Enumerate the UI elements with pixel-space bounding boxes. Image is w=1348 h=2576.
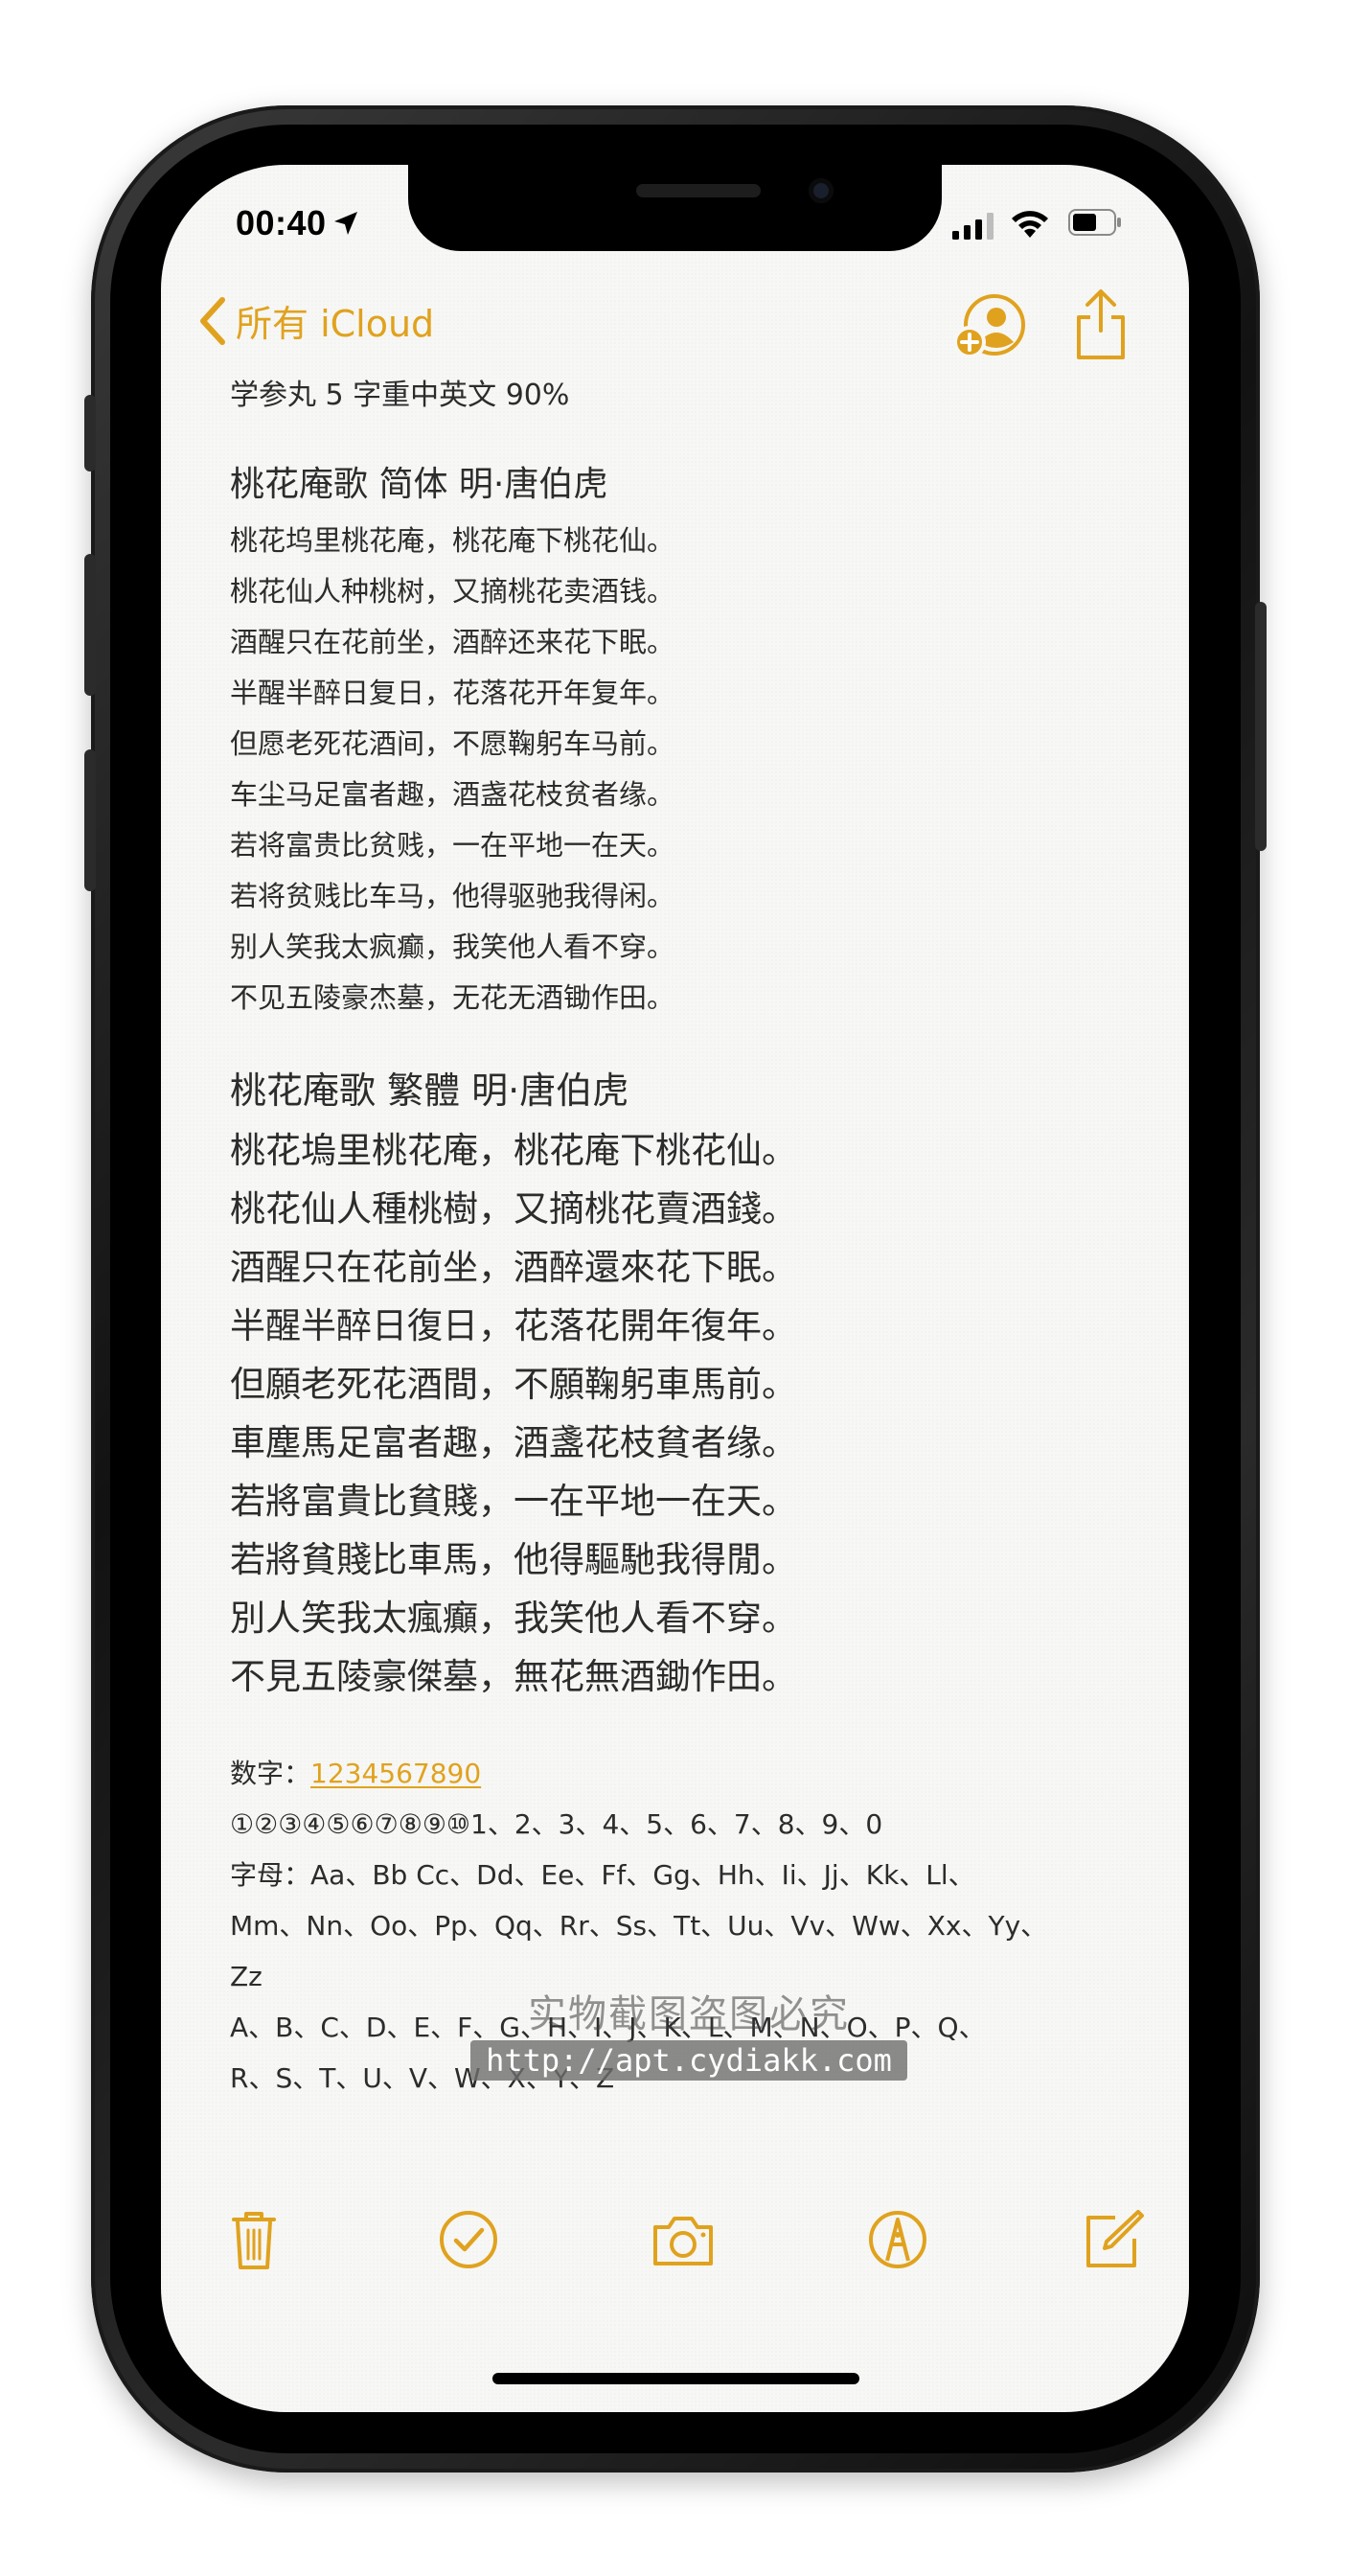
note-title: 学参丸 5 字重中英文 90%: [230, 379, 570, 412]
poem-line: 车尘马足富者趣，酒盏花枝贫者缘。: [230, 778, 675, 811]
poem-line: 酒醒只在花前坐，酒醉還來花下眠。: [230, 1247, 797, 1288]
simplified-poem: 桃花坞里桃花庵，桃花庵下桃花仙。 桃花仙人种桃树，又摘桃花卖酒钱。 酒醒只在花前…: [230, 516, 1150, 1024]
location-arrow-icon: [334, 212, 357, 235]
simplified-heading: 桃花庵歌 简体 明·唐伯虎: [230, 465, 608, 504]
poem-line: 不見五陵豪傑墓，無花無酒鋤作田。: [230, 1656, 797, 1697]
camera-icon[interactable]: [650, 2206, 717, 2273]
watermark-url: http://apt.cydiakk.com: [470, 2040, 907, 2081]
letters-line: Mm、Nn、Oo、Pp、Qq、Rr、Ss、Tt、Uu、Vv、Ww、Xx、Yy、: [230, 1910, 1048, 1942]
silent-switch: [84, 395, 96, 472]
front-camera: [809, 178, 834, 203]
poem-line: 但愿老死花酒间，不愿鞠躬车马前。: [230, 727, 675, 760]
back-button-label: 所有 iCloud: [236, 303, 435, 345]
notch: [408, 165, 942, 251]
poem-line: 桃花坞里桃花庵，桃花庵下桃花仙。: [230, 524, 675, 557]
volume-down-button: [84, 749, 96, 891]
navigation-bar: 所有 iCloud: [161, 289, 1189, 371]
poem-line: 桃花仙人种桃树，又摘桃花卖酒钱。: [230, 575, 675, 608]
poem-line: 若将富贵比贫贱，一在平地一在天。: [230, 829, 675, 862]
wifi-icon: [1012, 211, 1048, 238]
add-people-icon[interactable]: [954, 294, 1027, 361]
poem-line: 別人笑我太瘋癲，我笑他人看不穿。: [230, 1598, 797, 1639]
markup-icon[interactable]: [864, 2206, 931, 2273]
traditional-poem: 桃花塢里桃花庵，桃花庵下桃花仙。 桃花仙人種桃樹，又摘桃花賣酒錢。 酒醒只在花前…: [230, 1121, 1150, 1706]
poem-line: 若将贫贱比车马，他得驱驰我得闲。: [230, 880, 675, 912]
bottom-toolbar: [161, 2206, 1189, 2283]
poem-line: 若將富貴比貧賤，一在平地一在天。: [230, 1481, 797, 1522]
home-indicator[interactable]: [492, 2373, 859, 2384]
phone-number-link[interactable]: 1234567890: [310, 1758, 481, 1789]
poem-line: 别人笑我太疯癫，我笑他人看不穿。: [230, 931, 675, 963]
poem-line: 不见五陵豪杰墓，无花无酒锄作田。: [230, 981, 675, 1014]
share-icon[interactable]: [1071, 287, 1131, 363]
poem-line: 半醒半醉日復日，花落花開年復年。: [230, 1305, 797, 1346]
watermark-text: 实物截图盗图必究: [528, 1992, 850, 2036]
poem-line: 車塵馬足富者趣，酒盞花枝貧者缘。: [230, 1422, 797, 1463]
note-body[interactable]: 学参丸 5 字重中英文 90% 桃花庵歌 简体 明·唐伯虎 桃花坞里桃花庵，桃花…: [230, 374, 1150, 2104]
letters-line: 字母：Aa、Bb Cc、Dd、Ee、Ff、Gg、Hh、Ii、Jj、Kk、Ll、: [230, 1859, 975, 1891]
notes-screen: 00:40 所有 iCloud 学参丸 5 字重中英文 90% 桃花庵歌 简体 …: [161, 165, 1189, 2412]
battery-icon: [1068, 209, 1121, 236]
cellular-signal-icon: [952, 213, 994, 240]
numbers-line: 数字：1234567890: [230, 1748, 1150, 1799]
poem-line: 半醒半醉日复日，花落花开年复年。: [230, 677, 675, 709]
traditional-heading: 桃花庵歌 繁體 明·唐伯虎: [230, 1070, 629, 1112]
poem-line: 但願老死花酒間，不願鞠躬車馬前。: [230, 1364, 797, 1405]
power-button: [1255, 602, 1267, 851]
poem-line: 若將貧賤比車馬，他得驅馳我得閒。: [230, 1539, 797, 1580]
volume-up-button: [84, 554, 96, 696]
status-time: 00:40: [236, 203, 327, 242]
trash-icon[interactable]: [220, 2206, 287, 2273]
checklist-icon[interactable]: [435, 2206, 502, 2273]
poem-line: 酒醒只在花前坐，酒醉还来花下眠。: [230, 626, 675, 658]
compose-icon[interactable]: [1079, 2206, 1146, 2273]
earpiece-speaker: [636, 184, 761, 197]
back-button[interactable]: 所有 iCloud: [199, 294, 434, 347]
poem-line: 桃花仙人種桃樹，又摘桃花賣酒錢。: [230, 1188, 797, 1230]
chevron-left-icon: [200, 296, 225, 345]
poem-line: 桃花塢里桃花庵，桃花庵下桃花仙。: [230, 1130, 797, 1171]
watermark: 实物截图盗图必究 http://apt.cydiakk.com: [445, 1983, 933, 2081]
numbers-label: 数字：: [230, 1758, 311, 1789]
circled-numbers-line: ①②③④⑤⑥⑦⑧⑨⑩1、2、3、4、5、6、7、8、9、0: [230, 1808, 883, 1840]
